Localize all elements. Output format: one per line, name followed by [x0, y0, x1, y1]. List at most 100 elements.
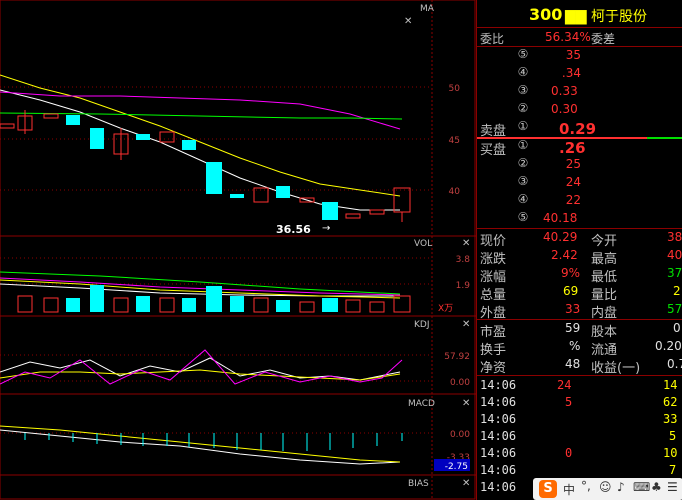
stat-label: 今开 [591, 234, 618, 249]
ask-row-2: ② 0.30 [477, 102, 682, 120]
ask-index-icon: ② [517, 101, 529, 115]
ask-price: 0.29 [559, 120, 597, 138]
fund-label: 换手 [480, 343, 507, 358]
tick-time: 14:06 [480, 378, 517, 392]
fund-value: 48 [565, 357, 581, 371]
stat-value: 38 [667, 230, 682, 244]
bid-index-icon: ④ [517, 192, 529, 206]
quote-panel: 300 ▇▇ 柯于股份 委比 56.34% 委差 ⑤ 35 ④ .34 ③ 0.… [476, 0, 682, 500]
candle [206, 162, 222, 194]
close-icon[interactable]: ✕ [404, 16, 412, 27]
stock-header[interactable]: 300 ▇▇ 柯于股份 [477, 4, 682, 26]
ma-line-magenta [0, 91, 401, 130]
ime-lang-icon[interactable]: 中 [563, 481, 575, 498]
ime-logo-icon[interactable]: S [539, 480, 557, 498]
kdj-close-icon[interactable]: ✕ [462, 319, 470, 330]
tick-row: 14:06 24 14 [477, 378, 682, 396]
bid-price: 25 [565, 157, 581, 171]
low-price-annotation: 36.56 [276, 223, 311, 236]
tick-time: 14:06 [480, 395, 517, 409]
tick-volume: 62 [663, 395, 678, 409]
ask-row-3: ③ 0.33 [477, 84, 682, 102]
tick-price: 24 [557, 378, 572, 392]
stat-value: 33 [565, 302, 581, 316]
stat-row: 涨跌 2.42 最高 40 [477, 248, 682, 267]
fund-value: 0.20 [655, 339, 682, 353]
stat-value: 40 [667, 248, 682, 262]
vol-axis-19: 1.9 [456, 281, 471, 291]
tick-volume: 33 [663, 412, 678, 426]
buy-label: 买盘 [480, 143, 507, 158]
bid-index-icon: ⑤ [517, 210, 529, 224]
bias-close-icon[interactable]: ✕ [462, 478, 470, 489]
tick-price: 0 [565, 446, 573, 460]
ime-mic-icon[interactable]: ♪ [617, 480, 625, 494]
volume-bar [182, 298, 196, 312]
kdj-axis-5792: 57.92 [444, 352, 470, 362]
diff-label: 委差 [591, 32, 616, 46]
ma-line-green [0, 112, 403, 120]
bias-label: BIAS [408, 479, 429, 489]
volume-bar [43, 297, 59, 313]
ask-row-4: ④ .34 [477, 66, 682, 84]
ma-label: MA [420, 4, 435, 14]
candles [0, 110, 411, 222]
tick-volume: 10 [663, 446, 678, 460]
tick-time: 14:06 [480, 480, 517, 494]
fund-label: 股本 [591, 325, 618, 340]
ma-line-yellow [0, 74, 401, 197]
ma-line-white [0, 89, 400, 211]
kdj-axis-000: 0.00 [450, 378, 470, 388]
kline-chart-area[interactable]: MA 50 45 40 ✕ 36.56 → VOL ✕ 3.8 1.9 X万 K… [0, 0, 476, 500]
arrow-icon: → [322, 223, 330, 234]
candle [90, 128, 104, 149]
price-axis-45: 45 [449, 136, 460, 146]
volume-bar [369, 301, 385, 313]
candle [159, 131, 175, 143]
fund-value: 0 [673, 321, 681, 335]
macd-line-dif [0, 429, 401, 465]
fund-label: 市盈 [480, 325, 507, 340]
candle [66, 115, 80, 125]
tick-row: 14:06 0 10 [477, 446, 682, 464]
stat-row: 现价 40.29 今开 38 [477, 230, 682, 249]
tick-time: 14:06 [480, 429, 517, 443]
bid-price: .26 [559, 139, 586, 157]
stat-row: 外盘 33 内盘 57 [477, 302, 682, 321]
tick-volume: 14 [663, 378, 678, 392]
fund-value: 59 [565, 321, 581, 335]
ime-toolbar[interactable]: S 中 °, ☺ ♪ ⌨ ♣ ☰ [533, 478, 682, 500]
ime-emoji-icon[interactable]: ☺ [599, 480, 612, 494]
tick-volume: 5 [669, 429, 677, 443]
ime-menu-icon[interactable]: ☰ [667, 480, 678, 494]
ask-row-1: 卖盘 ① 0.29 [477, 120, 682, 139]
volume-bar [299, 301, 315, 313]
ime-keyboard-icon[interactable]: ⌨ [633, 480, 650, 494]
stat-row: 总量 69 量比 2 [477, 284, 682, 303]
bid-price: 40.18 [543, 211, 578, 225]
macd-close-icon[interactable]: ✕ [462, 398, 470, 409]
fund-label: 净资 [480, 361, 507, 376]
candle [369, 209, 385, 215]
fund-row: 市盈 59 股本 0 [477, 321, 682, 340]
stat-row: 涨幅 9% 最低 37 [477, 266, 682, 285]
stat-value: 69 [563, 284, 579, 298]
tick-price: 5 [565, 395, 573, 409]
vol-axis-38: 3.8 [456, 255, 471, 265]
stock-code: 300 [529, 5, 563, 24]
volume-bar [136, 296, 150, 312]
candle [230, 194, 244, 198]
volume-bar [17, 295, 33, 313]
macd-value: -2.75 [445, 462, 468, 472]
ime-skin-icon[interactable]: ♣ [651, 480, 662, 494]
vol-close-icon[interactable]: ✕ [462, 238, 470, 249]
candle [322, 202, 338, 220]
volume-bar [276, 300, 290, 312]
candle [393, 187, 411, 213]
stat-label: 量比 [591, 288, 618, 303]
volume-bar [230, 296, 244, 312]
ime-punct-icon[interactable]: °, [581, 479, 591, 493]
volume-bar [253, 297, 269, 313]
bid-price: 22 [565, 193, 581, 207]
stat-label: 总量 [480, 288, 507, 303]
